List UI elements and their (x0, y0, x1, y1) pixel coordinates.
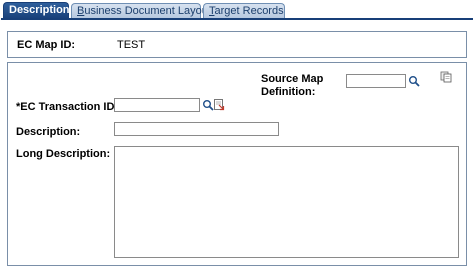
map-id-value: TEST (117, 39, 146, 51)
tab-underline (1, 18, 473, 20)
source-map-label-line1: Source Map (261, 73, 324, 85)
tab-bar: Description Business Document Layout Tar… (1, 2, 473, 19)
detail-page-icon[interactable] (213, 99, 225, 111)
description-label: Description: (16, 126, 81, 138)
long-description-textarea[interactable] (114, 146, 459, 258)
source-map-input[interactable] (346, 74, 406, 88)
map-id-label: EC Map ID: (17, 39, 76, 51)
tab-description-label: Description (9, 4, 70, 16)
tab-target-records[interactable]: Target Records (203, 3, 285, 18)
long-description-label: Long Description: (16, 148, 111, 160)
source-map-label-line2: Definition: (261, 86, 316, 98)
transaction-id-label: *EC Transaction ID: (16, 101, 119, 113)
map-detail-panel: Source Map Definition: *EC Transaction I… (7, 62, 467, 266)
copy-pages-icon[interactable] (440, 71, 452, 83)
magnifier-icon[interactable] (408, 75, 420, 87)
description-input[interactable] (114, 122, 279, 136)
tab-description[interactable]: Description (3, 2, 70, 19)
tab-business-document-layout[interactable]: Business Document Layout (71, 3, 211, 18)
tab-business-document-layout-label: usiness Document Layout (84, 5, 211, 17)
transaction-id-input[interactable] (114, 98, 200, 112)
map-id-panel: EC Map ID: TEST (7, 31, 467, 58)
tab-target-records-label: arget Records (214, 5, 284, 17)
